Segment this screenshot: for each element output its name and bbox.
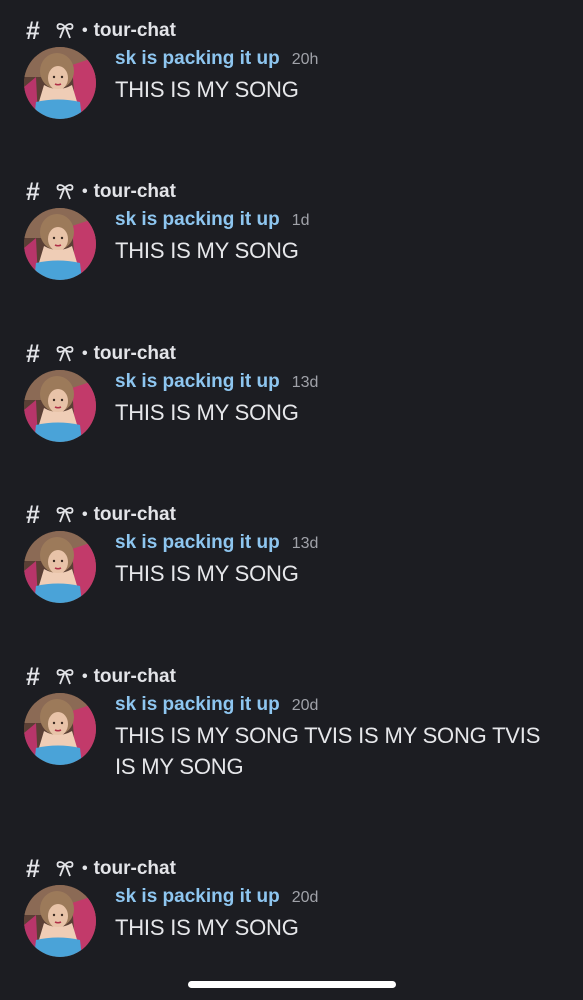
separator-dot: • [82,860,88,877]
author-name[interactable]: sk is packing it up [115,532,280,554]
author-name[interactable]: sk is packing it up [115,886,280,908]
channel-header[interactable]: # • tour-chat [26,177,176,207]
message-timestamp: 20d [291,697,319,714]
hash-icon: # [26,663,40,691]
hash-icon: # [26,178,40,206]
user-avatar[interactable] [24,531,96,603]
message-body: sk is packing it up 13d THIS IS MY SONG [115,532,555,589]
author-name[interactable]: sk is packing it up [115,48,280,70]
channel-name: tour-chat [93,504,176,525]
user-avatar[interactable] [24,885,96,957]
avatar-image [24,47,96,119]
bow-icon [56,184,74,200]
bow-icon [56,23,74,39]
channel-header[interactable]: # • tour-chat [26,339,176,369]
channel-name: tour-chat [93,666,176,687]
message-body: sk is packing it up 13d THIS IS MY SONG [115,371,555,428]
message-timestamp: 20h [291,51,319,68]
message-content: THIS IS MY SONG [115,915,299,940]
message-body: sk is packing it up 20d THIS IS MY SONG [115,886,555,943]
avatar-image [24,370,96,442]
separator-dot: • [82,668,88,685]
author-name[interactable]: sk is packing it up [115,209,280,231]
message-meta: sk is packing it up 13d [115,371,555,395]
hash-icon: # [26,501,40,529]
message-content: THIS IS MY SONG [115,400,299,425]
message-meta: sk is packing it up 20d [115,694,555,718]
message-meta: sk is packing it up 20d [115,886,555,910]
message-timestamp: 20d [291,889,319,906]
message-meta: sk is packing it up 13d [115,532,555,556]
separator-dot: • [82,506,88,523]
hash-icon: # [26,855,40,883]
channel-header[interactable]: # • tour-chat [26,16,176,46]
user-avatar[interactable] [24,370,96,442]
avatar-image [24,531,96,603]
avatar-image [24,885,96,957]
channel-name: tour-chat [93,343,176,364]
message-body: sk is packing it up 1d THIS IS MY SONG [115,209,555,266]
separator-dot: • [82,345,88,362]
separator-dot: • [82,183,88,200]
message-content: THIS IS MY SONG [115,561,299,586]
message-meta: sk is packing it up 1d [115,209,555,233]
avatar-image [24,208,96,280]
home-indicator[interactable] [188,981,396,988]
channel-name: tour-chat [93,858,176,879]
message-body: sk is packing it up 20h THIS IS MY SONG [115,48,555,105]
author-name[interactable]: sk is packing it up [115,694,280,716]
hash-icon: # [26,17,40,45]
message-content: THIS IS MY SONG [115,77,299,102]
channel-name: tour-chat [93,181,176,202]
user-avatar[interactable] [24,208,96,280]
author-name[interactable]: sk is packing it up [115,371,280,393]
message-content: THIS IS MY SONG TVIS IS MY SONG TVIS IS … [115,723,541,779]
message-timestamp: 13d [291,535,319,552]
bow-icon [56,669,74,685]
bow-icon [56,507,74,523]
hash-icon: # [26,340,40,368]
channel-name: tour-chat [93,20,176,41]
separator-dot: • [82,22,88,39]
channel-header[interactable]: # • tour-chat [26,662,176,692]
bow-icon [56,346,74,362]
bow-icon [56,861,74,877]
user-avatar[interactable] [24,47,96,119]
message-timestamp: 1d [291,212,310,229]
channel-header[interactable]: # • tour-chat [26,854,176,884]
channel-header[interactable]: # • tour-chat [26,500,176,530]
user-avatar[interactable] [24,693,96,765]
message-body: sk is packing it up 20d THIS IS MY SONG … [115,694,555,782]
avatar-image [24,693,96,765]
message-meta: sk is packing it up 20h [115,48,555,72]
message-timestamp: 13d [291,374,319,391]
message-content: THIS IS MY SONG [115,238,299,263]
